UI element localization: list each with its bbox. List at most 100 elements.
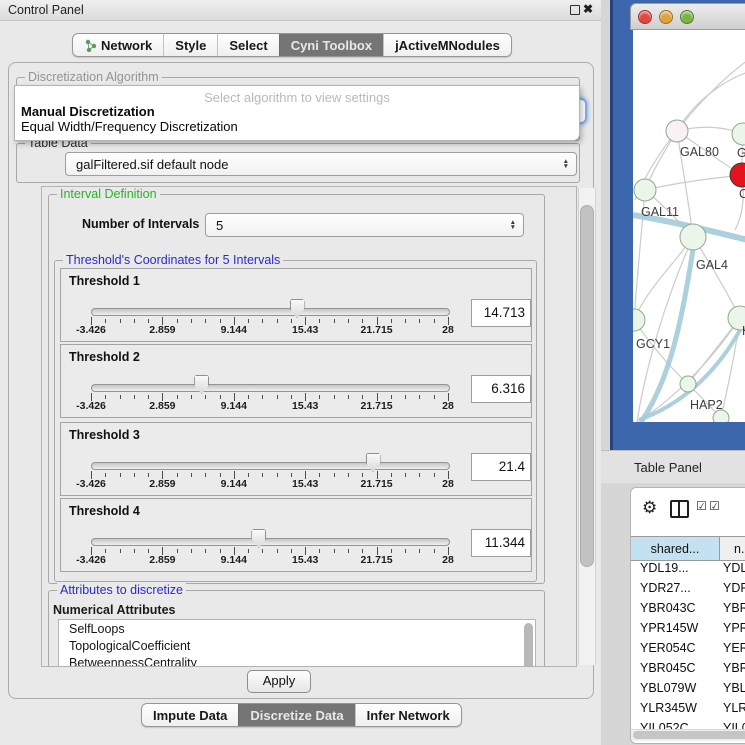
table-row[interactable]: YPR145WYPR1...	[631, 619, 745, 639]
threshold-value-field[interactable]: 14.713	[471, 299, 531, 327]
slider-track[interactable]	[91, 384, 450, 392]
minor-tick	[362, 395, 363, 399]
network-graph: GAL80GCGAL11GAL4GCY1HHAP2	[633, 30, 745, 422]
table-row[interactable]: YLR345WYLR3...	[631, 699, 745, 719]
tab-network[interactable]: Network	[73, 34, 163, 56]
attribute-item-topologicalcoefficient[interactable]: TopologicalCoefficient	[59, 637, 535, 654]
table-row[interactable]: YER054CYER0...	[631, 639, 745, 659]
minor-tick	[148, 549, 149, 553]
minor-tick	[177, 395, 178, 399]
tab-label: Network	[101, 38, 152, 53]
minor-tick	[120, 549, 121, 553]
minor-tick	[134, 549, 135, 553]
minor-tick	[319, 473, 320, 477]
attributes-scrollbar[interactable]	[524, 623, 533, 667]
minor-tick	[177, 319, 178, 323]
combo-arrows-icon: ▲▼	[510, 214, 516, 236]
network-node-gal4[interactable]	[680, 224, 706, 250]
minor-tick	[277, 549, 278, 553]
zoom-traffic-light[interactable]	[680, 10, 694, 24]
network-node-gcy1[interactable]	[633, 309, 645, 331]
checkbox-icon[interactable]: ☑	[696, 499, 707, 513]
tick-label: 2.859	[149, 400, 175, 412]
table-row[interactable]: YDR27...YDR2...	[631, 579, 745, 599]
minor-tick	[134, 473, 135, 477]
network-node[interactable]	[732, 123, 745, 145]
network-window-titlebar[interactable]	[630, 3, 745, 30]
threshold-value-field[interactable]: 21.4	[471, 453, 531, 481]
table-row[interactable]: YDL19...YDL1...	[631, 559, 745, 579]
table-data-combobox[interactable]: galFiltered.sif default node ▲▼	[65, 152, 577, 176]
node-label: GCY1	[636, 337, 670, 351]
close-traffic-light[interactable]	[638, 10, 652, 24]
tick-label: -3.426	[76, 554, 106, 566]
checkbox-icon[interactable]: ☑	[709, 499, 720, 513]
minor-tick	[277, 319, 278, 323]
tab-select[interactable]: Select	[217, 34, 278, 56]
dropdown-option-manual-discretization[interactable]: Manual Discretization	[21, 104, 155, 119]
cell-name: YER0...	[723, 641, 745, 655]
network-node[interactable]	[730, 163, 745, 187]
tab-label: Select	[229, 38, 267, 53]
network-node-gal11[interactable]	[634, 179, 656, 201]
column-layout-icon[interactable]	[670, 500, 689, 518]
minor-tick	[405, 319, 406, 323]
algorithm-dropdown-popup: Select algorithm to view settings Manual…	[14, 85, 580, 141]
minor-tick	[334, 395, 335, 399]
tab-infer-network[interactable]: Infer Network	[355, 704, 461, 726]
float-window-icon[interactable]	[570, 5, 580, 15]
apply-button[interactable]: Apply	[247, 670, 311, 693]
minimize-traffic-light[interactable]	[659, 10, 673, 24]
table-hscrollbar-track[interactable]	[631, 729, 745, 741]
numerical-attributes-label: Numerical Attributes	[53, 603, 175, 617]
minor-tick	[248, 473, 249, 477]
network-node-gal80[interactable]	[666, 120, 688, 142]
tab-style[interactable]: Style	[163, 34, 217, 56]
tab-cyni-toolbox[interactable]: Cyni Toolbox	[279, 34, 383, 56]
tick-label: 28	[442, 400, 454, 412]
column-header-shared-name[interactable]: shared...	[631, 537, 720, 560]
minor-tick	[191, 473, 192, 477]
slider-track[interactable]	[91, 538, 450, 546]
tick-label: 21.715	[361, 324, 393, 336]
tick-label: -3.426	[76, 400, 106, 412]
minor-tick	[120, 473, 121, 477]
minor-tick	[105, 395, 106, 399]
minor-tick	[291, 395, 292, 399]
minor-tick	[319, 549, 320, 553]
threshold-value-field[interactable]: 6.316	[471, 375, 531, 403]
tab-jactivemnodules[interactable]: jActiveMNodules	[383, 34, 511, 56]
tab-impute-data[interactable]: Impute Data	[142, 704, 238, 726]
numerical-attributes-list[interactable]: SelfLoopsTopologicalCoefficientBetweenne…	[58, 619, 536, 667]
tab-discretize-data[interactable]: Discretize Data	[238, 704, 354, 726]
threshold-4-panel: Threshold 4-3.4262.8599.14415.4321.71528…	[60, 498, 532, 572]
cell-name: YBR0...	[723, 661, 745, 675]
table-row[interactable]: YBL079WYBL0...	[631, 679, 745, 699]
main-scrollbar-thumb[interactable]	[580, 205, 594, 567]
threshold-value-field[interactable]: 11.344	[471, 529, 531, 557]
minor-tick	[148, 395, 149, 399]
network-node-hap2[interactable]	[680, 376, 696, 392]
table-row[interactable]: YIL052CYIL0...	[631, 719, 745, 729]
minor-tick	[434, 319, 435, 323]
slider-track[interactable]	[91, 308, 450, 316]
column-header-name[interactable]: n...	[720, 537, 745, 560]
table-hscrollbar-thumb[interactable]	[633, 731, 745, 739]
minor-tick	[262, 473, 263, 477]
minor-tick	[405, 549, 406, 553]
number-of-intervals-combobox[interactable]: 5 ▲▼	[205, 213, 524, 237]
network-canvas[interactable]: GAL80GCGAL11GAL4GCY1HHAP2	[633, 30, 745, 422]
minor-tick	[191, 395, 192, 399]
attribute-item-selfloops[interactable]: SelfLoops	[59, 620, 535, 637]
cell-shared-name: YLR345W	[640, 701, 697, 715]
table-row[interactable]: YBR043CYBR0...	[631, 599, 745, 619]
slider-track[interactable]	[91, 462, 450, 470]
table-row[interactable]: YBR045CYBR0...	[631, 659, 745, 679]
gear-icon[interactable]: ⚙	[642, 498, 657, 518]
dropdown-option-equal-width-frequency-discretization[interactable]: Equal Width/Frequency Discretization	[21, 119, 238, 134]
node-label: GAL4	[696, 258, 728, 272]
attribute-item-betweennesscentrality[interactable]: BetweennessCentrality	[59, 654, 535, 667]
close-icon[interactable]: ✖	[583, 2, 593, 16]
tab-label: Impute Data	[153, 708, 227, 723]
cell-name: YDR2...	[723, 581, 745, 595]
